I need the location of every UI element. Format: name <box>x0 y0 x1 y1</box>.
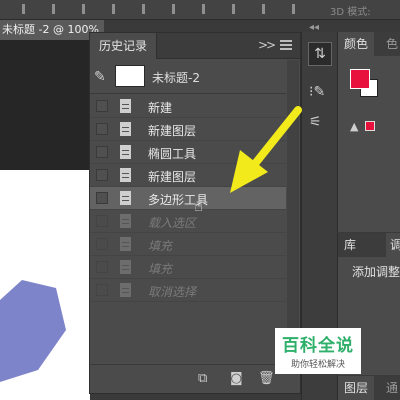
document-state-icon <box>120 283 131 297</box>
history-brush-source-checkbox[interactable] <box>96 146 108 158</box>
layers-panel-tabbar: 图层 通 <box>338 376 400 400</box>
align-icon[interactable] <box>202 4 205 14</box>
trash-icon[interactable]: 🗑 <box>258 371 275 386</box>
history-state-label: 载入选区 <box>148 216 197 230</box>
adjustments-panel-tabbar: 库 调 <box>338 233 400 257</box>
history-state-label: 新建图层 <box>148 170 197 184</box>
align-icon[interactable] <box>142 4 145 14</box>
watermark-logo: 百科全说 助你轻松解决 <box>275 328 361 374</box>
hand-cursor-icon: ☝ <box>194 197 204 215</box>
history-panel-tabbar: 历史记录 >> <box>90 33 300 59</box>
camera-icon[interactable]: ◙ <box>230 371 243 386</box>
adjust-sliders-icon[interactable]: ⚟ <box>309 114 322 130</box>
history-brush-source-checkbox[interactable] <box>96 261 108 273</box>
document-state-icon <box>120 122 131 136</box>
history-state-label: 填充 <box>148 239 173 253</box>
snapshot-name: 未标题-2 <box>152 71 200 85</box>
tab-channels[interactable]: 通 <box>386 376 398 400</box>
collapse-dock-icon[interactable]: ◂◂ <box>309 22 319 33</box>
gamut-color-swatch[interactable] <box>365 121 375 131</box>
document-state-icon <box>120 145 131 159</box>
canvas[interactable] <box>0 170 90 400</box>
align-icon[interactable] <box>22 4 25 14</box>
align-icon[interactable] <box>262 4 265 14</box>
document-state-icon <box>120 214 131 228</box>
snapshot-thumbnail <box>115 65 145 87</box>
history-brush-source-checkbox[interactable] <box>96 123 108 135</box>
tab-history[interactable]: 历史记录 <box>90 33 158 59</box>
history-scrollbar[interactable] <box>287 60 299 364</box>
layers-panel: 图层 通 <box>337 376 400 400</box>
collapse-panel-button[interactable]: >> <box>258 38 276 52</box>
tab-adjustments[interactable]: 调 <box>386 233 400 257</box>
history-state-undone[interactable]: 取消选择 <box>90 279 286 302</box>
add-adjustment-label: 添加调整 <box>352 265 400 279</box>
align-icon[interactable] <box>112 4 115 14</box>
document-state-icon <box>120 260 131 274</box>
history-footer: ⧉ ◙ 🗑 <box>90 364 300 393</box>
polygon-shape <box>0 280 66 382</box>
align-icon[interactable] <box>232 4 235 14</box>
history-panel-icon[interactable]: ⇅ <box>308 42 332 66</box>
options-bar: 3D 模式: <box>0 0 400 20</box>
tab-swatches[interactable]: 色 <box>386 32 398 56</box>
document-state-icon <box>120 237 131 251</box>
history-state-label: 新建 <box>148 101 173 115</box>
document-state-icon <box>120 191 131 205</box>
watermark-title: 百科全说 <box>282 336 354 356</box>
align-icon[interactable] <box>172 4 175 14</box>
history-state-label: 取消选择 <box>148 285 197 299</box>
history-state-selected[interactable]: 多边形工具 <box>90 187 286 210</box>
history-state-label: 新建图层 <box>148 124 197 138</box>
tab-libraries[interactable]: 库 <box>338 233 363 257</box>
history-state-undone[interactable]: 载入选区 <box>90 210 286 233</box>
history-state[interactable]: 椭圆工具 <box>90 141 286 164</box>
history-brush-icon[interactable]: ✎ <box>94 69 106 85</box>
history-state-undone[interactable]: 填充 <box>90 256 286 279</box>
document-state-icon <box>120 99 131 113</box>
color-panel: 颜色 色 ▲ <box>337 32 400 232</box>
document-state-icon <box>120 168 131 182</box>
align-icon[interactable] <box>52 4 55 14</box>
history-list: 新建 新建图层 椭圆工具 新建图层 多边形工具 载入选区 填充 填充 取消选择 <box>90 95 286 302</box>
history-state[interactable]: 新建图层 <box>90 164 286 187</box>
history-brush-source-checkbox[interactable] <box>96 215 108 227</box>
history-snapshot[interactable]: ✎ 未标题-2 <box>90 60 286 94</box>
tab-color[interactable]: 颜色 <box>338 32 375 56</box>
history-brush-source-checkbox[interactable] <box>96 192 108 204</box>
history-brush-source-checkbox[interactable] <box>96 169 108 181</box>
panel-menu-icon[interactable] <box>280 40 292 50</box>
new-document-from-state-icon[interactable]: ⧉ <box>198 371 207 386</box>
history-brush-source-checkbox[interactable] <box>96 238 108 250</box>
3d-mode-label: 3D 模式: <box>330 7 371 18</box>
history-state-undone[interactable]: 填充 <box>90 233 286 256</box>
gamut-warning-icon: ▲ <box>350 120 359 133</box>
history-state[interactable]: 新建 <box>90 95 286 118</box>
tab-layers[interactable]: 图层 <box>338 376 375 400</box>
history-state[interactable]: 新建图层 <box>90 118 286 141</box>
align-icon[interactable] <box>82 4 85 14</box>
align-icon[interactable] <box>292 4 295 14</box>
history-state-label: 椭圆工具 <box>148 147 197 161</box>
brush-presets-icon[interactable]: ⁝✎ <box>309 84 325 100</box>
history-state-label: 填充 <box>148 262 173 276</box>
watermark-subtitle: 助你轻松解决 <box>290 360 345 370</box>
foreground-color-swatch[interactable] <box>350 69 370 89</box>
history-brush-source-checkbox[interactable] <box>96 100 108 112</box>
canvas-pasteboard <box>0 40 90 170</box>
history-brush-source-checkbox[interactable] <box>96 284 108 296</box>
color-panel-tabbar: 颜色 色 <box>338 32 400 56</box>
